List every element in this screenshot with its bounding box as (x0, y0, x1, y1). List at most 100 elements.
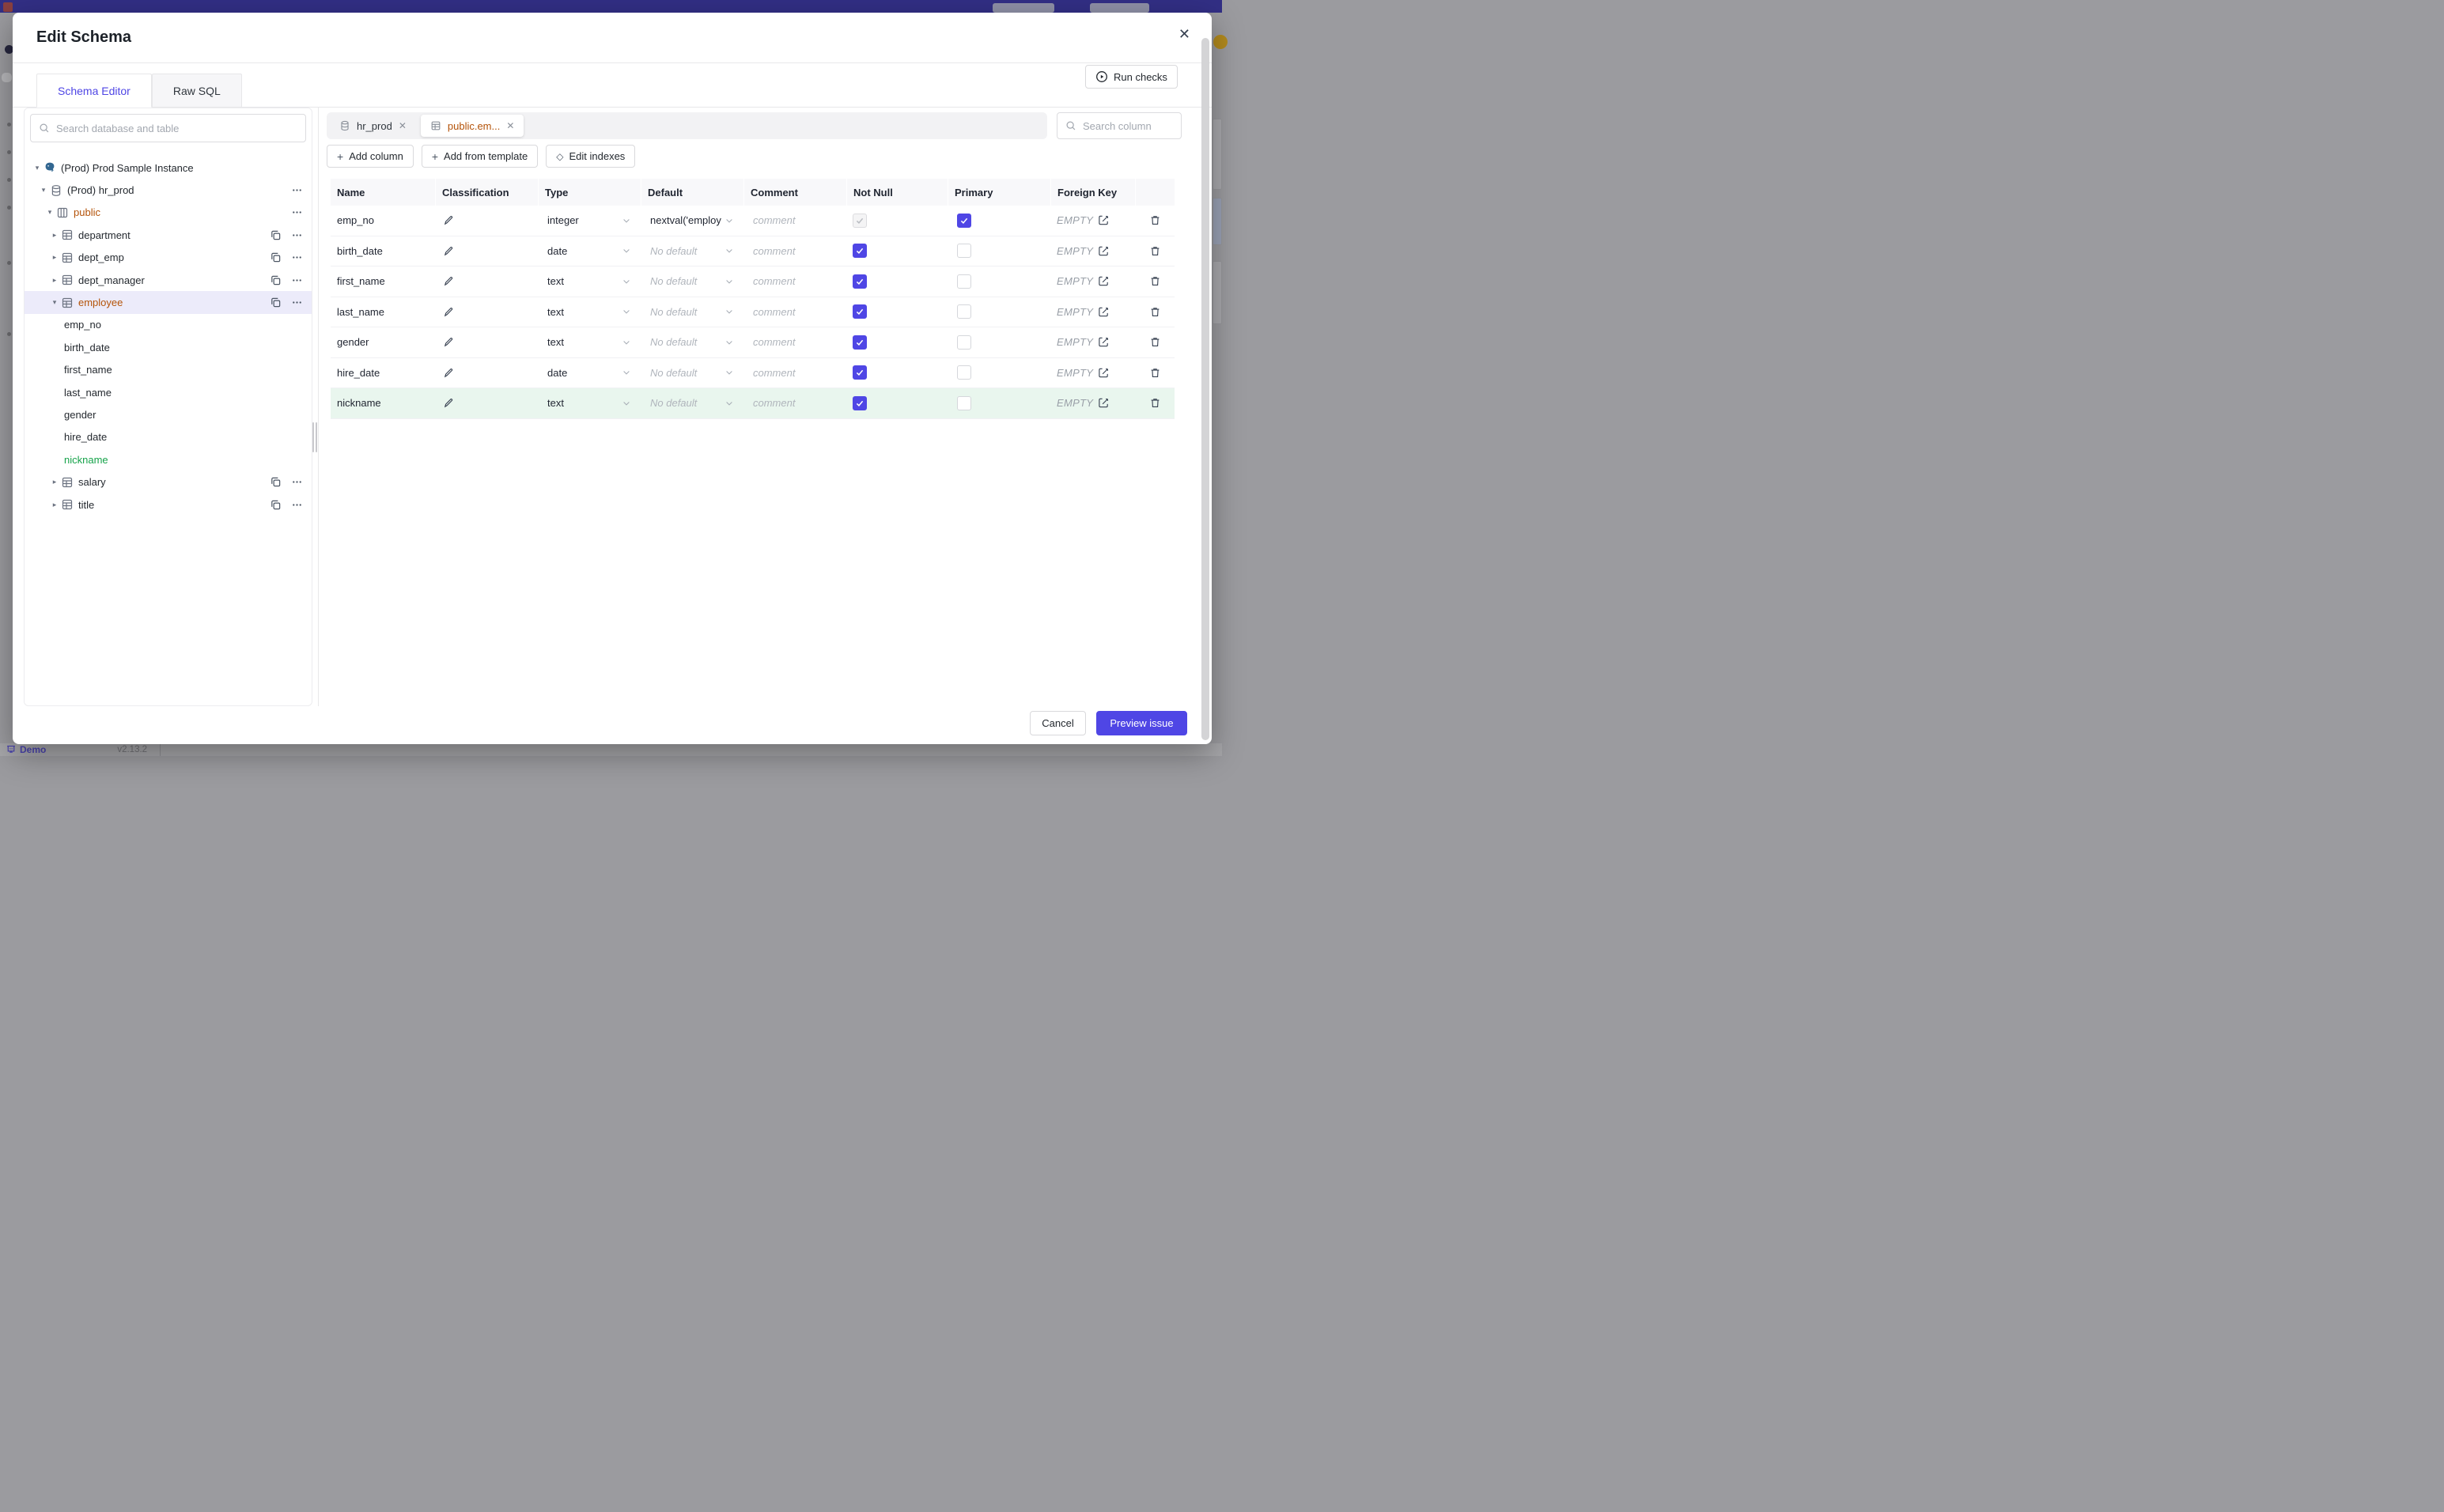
close-tab-icon[interactable]: ✕ (399, 120, 407, 131)
default-select[interactable]: No default (641, 306, 743, 318)
edit-foreign-key-icon[interactable] (1098, 397, 1110, 409)
column-name-cell[interactable]: nickname (331, 397, 435, 409)
comment-input[interactable]: comment (743, 367, 846, 379)
default-select[interactable]: No default (641, 336, 743, 348)
default-select[interactable]: No default (641, 275, 743, 287)
edit-foreign-key-icon[interactable] (1098, 275, 1110, 287)
caret-right-icon[interactable]: ▸ (48, 231, 61, 240)
foreign-key-cell[interactable]: EMPTY (1050, 397, 1135, 409)
tree-item-last_name[interactable]: last_name (25, 381, 312, 403)
edit-classification-icon[interactable] (443, 336, 455, 348)
delete-column-icon[interactable] (1149, 214, 1161, 226)
cancel-button[interactable]: Cancel (1030, 711, 1086, 735)
edit-classification-icon[interactable] (443, 214, 455, 226)
tree-item-gender[interactable]: gender (25, 403, 312, 425)
delete-column-icon[interactable] (1149, 397, 1161, 409)
tree-item-salary[interactable]: ▸ salary (25, 471, 312, 493)
column-search-input[interactable]: Search column (1057, 112, 1182, 139)
tree-item--prod-prod-sample-instance[interactable]: ▾ (Prod) Prod Sample Instance (25, 157, 312, 179)
comment-input[interactable]: comment (743, 275, 846, 287)
delete-column-icon[interactable] (1149, 336, 1161, 348)
tree-item-employee[interactable]: ▾ employee (25, 291, 312, 314)
not-null-checkbox[interactable] (853, 365, 867, 380)
foreign-key-cell[interactable]: EMPTY (1050, 214, 1135, 226)
delete-column-icon[interactable] (1149, 245, 1161, 257)
tree-item--prod-hr_prod[interactable]: ▾ (Prod) hr_prod (25, 179, 312, 201)
primary-checkbox[interactable] (957, 274, 971, 289)
type-select[interactable]: integer (538, 214, 641, 226)
delete-column-button[interactable] (1135, 306, 1175, 318)
more-icon[interactable] (291, 476, 303, 488)
type-select[interactable]: date (538, 245, 641, 257)
edit-foreign-key-icon[interactable] (1098, 214, 1110, 226)
delete-column-icon[interactable] (1149, 367, 1161, 379)
type-select[interactable]: date (538, 367, 641, 379)
delete-column-button[interactable] (1135, 336, 1175, 348)
edit-classification-icon[interactable] (443, 275, 455, 287)
delete-column-button[interactable] (1135, 245, 1175, 257)
edit-foreign-key-icon[interactable] (1098, 306, 1110, 318)
delete-column-button[interactable] (1135, 397, 1175, 409)
default-select[interactable]: No default (641, 397, 743, 409)
more-icon[interactable] (291, 206, 303, 218)
edit-classification-icon[interactable] (443, 367, 455, 379)
more-icon[interactable] (291, 274, 303, 286)
tab-raw-sql[interactable]: Raw SQL (151, 74, 242, 108)
type-select[interactable]: text (538, 336, 641, 348)
delete-column-button[interactable] (1135, 275, 1175, 287)
preview-issue-button[interactable]: Preview issue (1096, 711, 1187, 735)
comment-input[interactable]: comment (743, 397, 846, 409)
sidebar-search-input[interactable]: Search database and table (30, 114, 306, 142)
tree-item-department[interactable]: ▸ department (25, 224, 312, 246)
column-name-cell[interactable]: emp_no (331, 214, 435, 226)
more-icon[interactable] (291, 297, 303, 308)
column-name-cell[interactable]: gender (331, 336, 435, 348)
copy-icon[interactable] (270, 499, 282, 511)
not-null-checkbox[interactable] (853, 244, 867, 259)
caret-down-icon[interactable]: ▾ (48, 298, 61, 307)
add-from-template-button[interactable]: + Add from template (421, 145, 539, 168)
copy-icon[interactable] (270, 297, 282, 308)
caret-down-icon[interactable]: ▾ (44, 208, 56, 217)
tree-item-nickname[interactable]: nickname (25, 448, 312, 471)
primary-checkbox[interactable] (957, 213, 971, 228)
close-tab-icon[interactable]: ✕ (506, 120, 514, 131)
editor-tab-public.em...[interactable]: public.em... ✕ (420, 115, 524, 137)
column-name-cell[interactable]: hire_date (331, 367, 435, 379)
default-select[interactable]: nextval('employ (641, 214, 743, 226)
delete-column-button[interactable] (1135, 367, 1175, 379)
foreign-key-cell[interactable]: EMPTY (1050, 245, 1135, 257)
type-select[interactable]: text (538, 397, 641, 409)
copy-icon[interactable] (270, 274, 282, 286)
primary-checkbox[interactable] (957, 304, 971, 319)
column-name-cell[interactable]: last_name (331, 306, 435, 318)
primary-checkbox[interactable] (957, 244, 971, 259)
primary-checkbox[interactable] (957, 395, 971, 410)
edit-foreign-key-icon[interactable] (1098, 245, 1110, 257)
foreign-key-cell[interactable]: EMPTY (1050, 275, 1135, 287)
column-name-cell[interactable]: first_name (331, 275, 435, 287)
foreign-key-cell[interactable]: EMPTY (1050, 306, 1135, 318)
copy-icon[interactable] (270, 229, 282, 241)
tree-item-title[interactable]: ▸ title (25, 493, 312, 516)
primary-checkbox[interactable] (957, 335, 971, 350)
caret-down-icon[interactable]: ▾ (37, 186, 50, 195)
editor-tab-hr_prod[interactable]: hr_prod ✕ (327, 112, 419, 139)
not-null-checkbox[interactable] (853, 335, 867, 350)
copy-icon[interactable] (270, 251, 282, 263)
type-select[interactable]: text (538, 306, 641, 318)
close-icon[interactable]: ✕ (1178, 27, 1190, 41)
panel-resize-handle[interactable] (312, 422, 317, 452)
primary-checkbox[interactable] (957, 365, 971, 380)
foreign-key-cell[interactable]: EMPTY (1050, 336, 1135, 348)
copy-icon[interactable] (270, 476, 282, 488)
delete-column-button[interactable] (1135, 214, 1175, 226)
caret-right-icon[interactable]: ▸ (48, 276, 61, 285)
tree-item-dept_emp[interactable]: ▸ dept_emp (25, 247, 312, 269)
tree-item-birth_date[interactable]: birth_date (25, 336, 312, 358)
edit-classification-icon[interactable] (443, 397, 455, 409)
type-select[interactable]: text (538, 275, 641, 287)
comment-input[interactable]: comment (743, 306, 846, 318)
tree-item-first_name[interactable]: first_name (25, 359, 312, 381)
not-null-checkbox[interactable] (853, 274, 867, 289)
